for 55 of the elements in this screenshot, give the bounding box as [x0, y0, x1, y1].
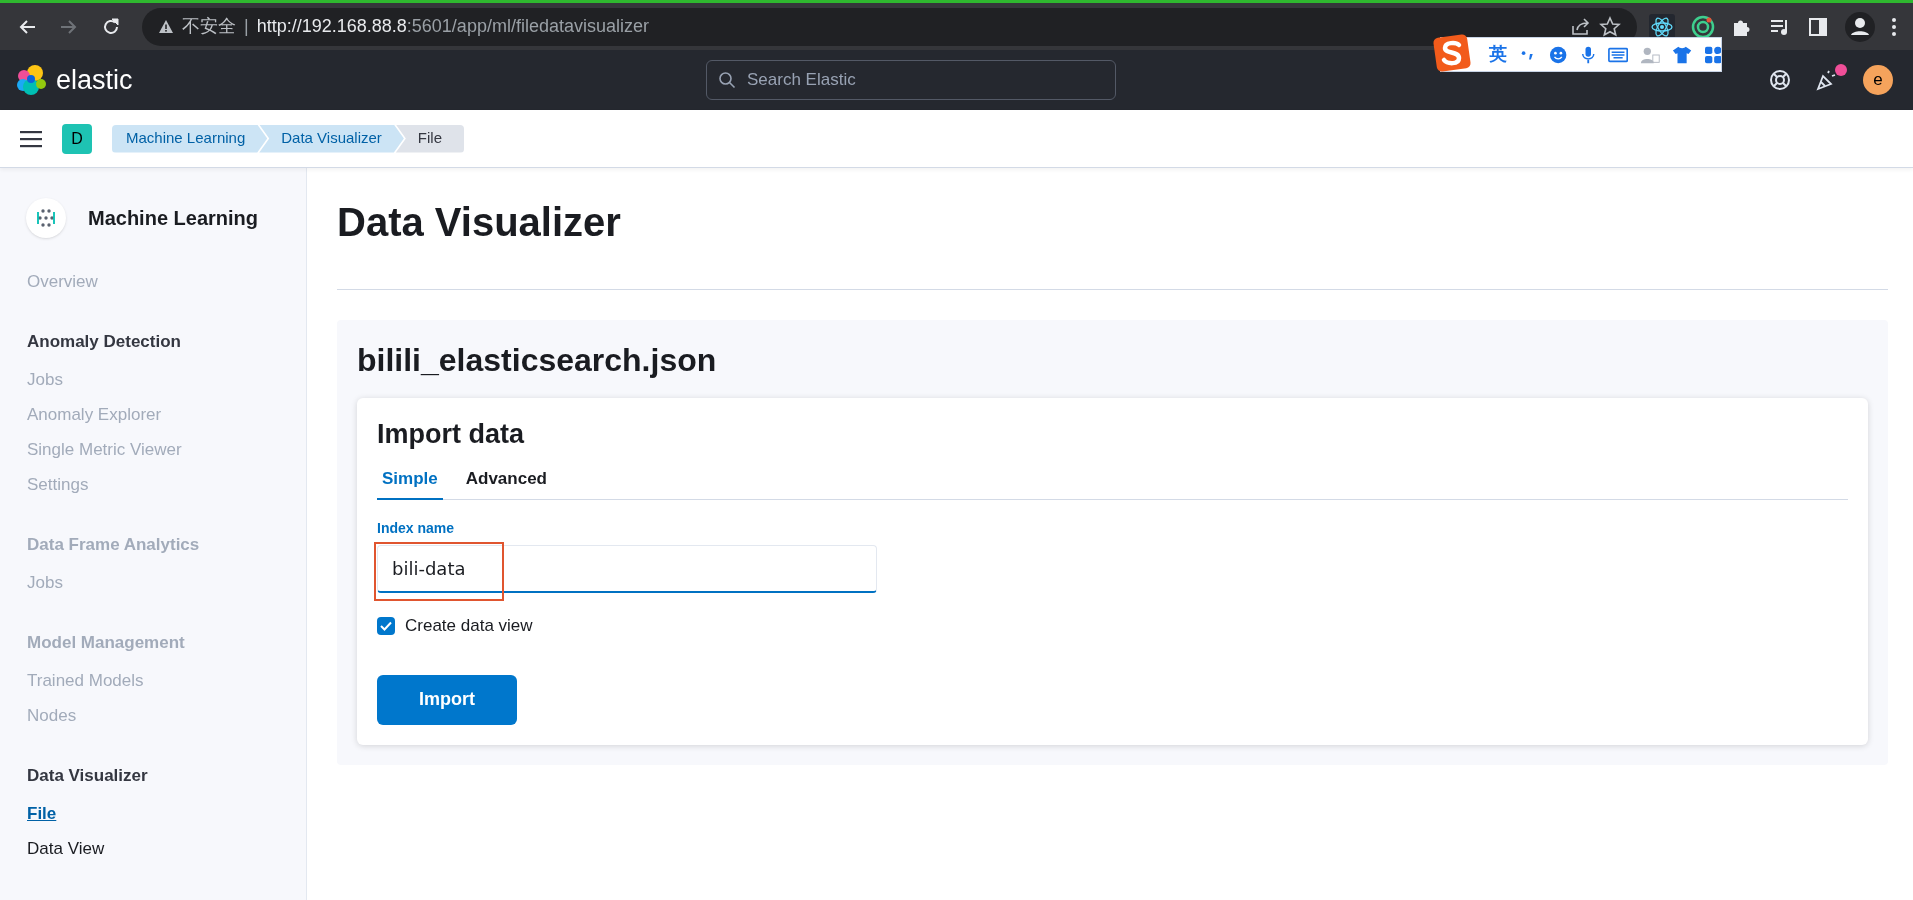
- field-label: Index name: [377, 519, 456, 538]
- user-avatar[interactable]: e: [1863, 65, 1893, 95]
- profile-icon[interactable]: [1845, 11, 1875, 42]
- sidebar-item: Settings: [27, 474, 89, 496]
- keyboard-icon[interactable]: [1608, 45, 1629, 64]
- file-name-heading: bilili_elasticsearch.json: [357, 341, 718, 380]
- sidebar-item[interactable]: Data View: [27, 837, 105, 860]
- sidebar-item: Jobs: [27, 369, 63, 391]
- emoji-icon[interactable]: [1549, 44, 1568, 65]
- tab[interactable]: Simple: [377, 460, 443, 500]
- sidebar-section-title: Data Visualizer: [27, 765, 149, 787]
- sidebar-item[interactable]: File: [27, 802, 57, 825]
- ime-mode[interactable]: 英: [1489, 41, 1507, 68]
- menu-icon[interactable]: [20, 129, 42, 148]
- sidebar-section-title: Anomaly Detection: [27, 331, 182, 353]
- sidebar-section-title: Data Frame Analytics: [27, 534, 201, 556]
- logo-icon[interactable]: [16, 64, 48, 96]
- breadcrumb[interactable]: File: [395, 124, 465, 153]
- sidebar-item: Nodes: [27, 705, 77, 727]
- page-title: Data Visualizer: [337, 196, 1888, 290]
- import-button[interactable]: Import: [377, 674, 517, 725]
- checkbox-label: Create data view: [405, 615, 533, 637]
- sidebar-section-title: Model Management: [27, 632, 186, 654]
- apps-icon[interactable]: [1704, 45, 1721, 64]
- breadcrumb[interactable]: Machine Learning: [112, 124, 268, 153]
- tab[interactable]: Advanced: [460, 460, 552, 500]
- microphone-icon[interactable]: [1579, 44, 1597, 65]
- sidebar-item: Anomaly Explorer: [27, 404, 162, 426]
- sidebar-item: Single Metric Viewer: [27, 439, 182, 461]
- atom-icon[interactable]: [1649, 13, 1675, 40]
- sogou-logo-icon[interactable]: [1432, 33, 1472, 73]
- brand-name[interactable]: elastic: [56, 59, 133, 101]
- security-label: 不安全: [182, 15, 236, 38]
- space-avatar[interactable]: D: [62, 123, 92, 154]
- shirt-icon[interactable]: [1672, 44, 1693, 65]
- separator: |: [244, 15, 249, 38]
- star-icon[interactable]: [1599, 15, 1621, 38]
- sidebar-item: Trained Models: [27, 670, 144, 692]
- side-panel-icon[interactable]: [1807, 15, 1829, 38]
- checkbox[interactable]: [377, 616, 395, 635]
- share-icon[interactable]: [1569, 15, 1591, 38]
- sidebar-item: Jobs: [27, 572, 63, 594]
- address-url[interactable]: http://192.168.88.8:5601/app/ml/filedatavisualizer: [256, 13, 649, 40]
- breadcrumb[interactable]: Data Visualizer: [259, 124, 404, 153]
- sidebar-item: Overview: [27, 271, 98, 293]
- search-field[interactable]: Search Elastic: [706, 60, 1116, 100]
- index-name-field[interactable]: bili-data: [377, 545, 877, 593]
- sidebar-title: Machine Learning: [88, 206, 259, 231]
- warning-icon[interactable]: [158, 18, 174, 35]
- card-title: Import data: [377, 418, 526, 450]
- target-icon[interactable]: [1691, 14, 1715, 39]
- search-icon: [718, 71, 736, 89]
- ml-logo-icon: [26, 198, 66, 238]
- more-icon[interactable]: [1891, 15, 1897, 38]
- lifebuoy-icon[interactable]: [1769, 69, 1791, 91]
